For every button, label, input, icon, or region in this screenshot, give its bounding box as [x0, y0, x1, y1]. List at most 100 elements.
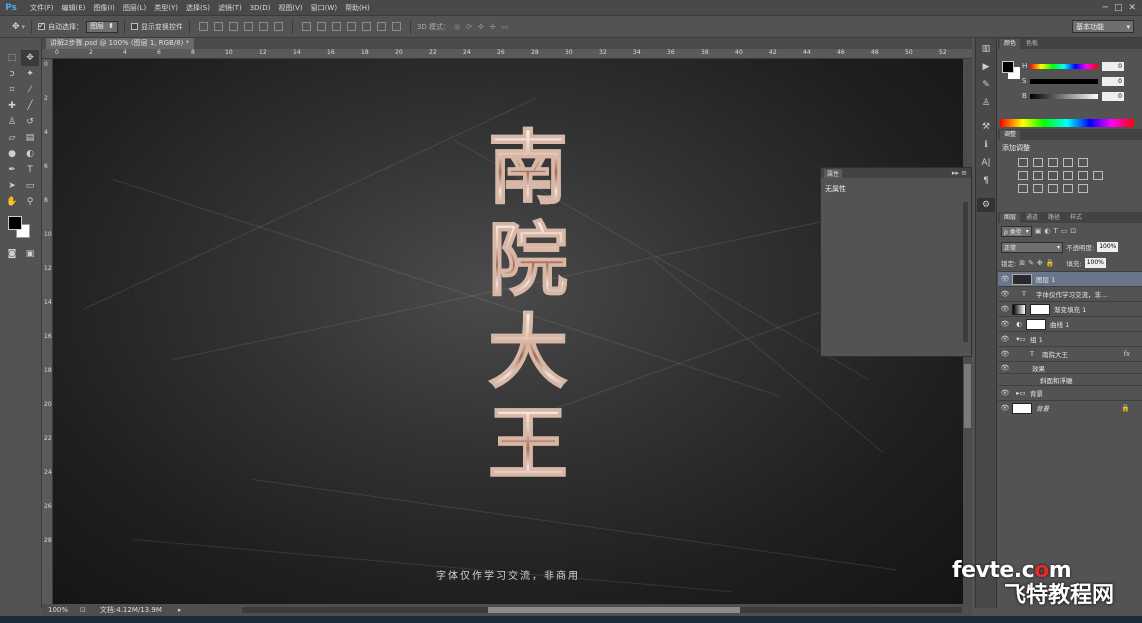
hue-sat-adjust-icon[interactable]	[1018, 171, 1028, 180]
opacity-value[interactable]: 100%	[1097, 242, 1119, 252]
close-button[interactable]: ✕	[1128, 3, 1136, 13]
scrollbar-thumb[interactable]	[964, 364, 971, 428]
eye-icon[interactable]: 👁	[998, 335, 1012, 343]
photo-filter-icon[interactable]	[1063, 171, 1073, 180]
lasso-tool-icon[interactable]: ↄ	[3, 66, 21, 82]
saturation-slider[interactable]: S 0	[1022, 76, 1138, 86]
tab-layers[interactable]: 图层	[1000, 213, 1021, 223]
menu-edit[interactable]: 编辑(E)	[58, 3, 90, 13]
3d-mode-icons[interactable]: ◎⟳✣✢▭	[454, 23, 514, 31]
gradient-map-icon[interactable]	[1078, 184, 1088, 193]
gradient-tool-icon[interactable]: ▤	[21, 130, 39, 146]
curves-adjust-icon[interactable]	[1048, 158, 1058, 167]
scrollbar-thumb[interactable]	[488, 607, 740, 613]
healing-brush-icon[interactable]: ✚	[3, 98, 21, 114]
eye-icon[interactable]: 👁	[998, 350, 1012, 358]
layer-row[interactable]: 👁 渐变填充 1	[998, 301, 1142, 316]
layer-filter-select[interactable]: ρ 类型 ▾	[1001, 225, 1032, 237]
menu-3d[interactable]: 3D(D)	[246, 4, 275, 12]
screen-mode-icon[interactable]: ▣	[21, 246, 39, 262]
eye-icon[interactable]: 👁	[998, 275, 1012, 283]
eye-icon[interactable]: 👁	[998, 364, 1012, 372]
move-tool-icon[interactable]: ✥	[12, 22, 20, 32]
menu-window[interactable]: 窗口(W)	[307, 3, 341, 13]
menu-layer[interactable]: 图层(L)	[119, 3, 150, 13]
clone-source-icon[interactable]: ♙	[977, 96, 995, 110]
posterize-icon[interactable]	[1033, 184, 1043, 193]
paragraph-icon[interactable]: ¶	[977, 174, 995, 188]
tab-swatches[interactable]: 色板	[1022, 39, 1042, 49]
path-select-icon[interactable]: ➤	[3, 178, 21, 194]
selective-color-icon[interactable]	[1063, 184, 1073, 193]
align-bottom-icon[interactable]	[228, 22, 238, 31]
menu-image[interactable]: 图像(I)	[89, 3, 119, 13]
align-left-icon[interactable]	[243, 22, 253, 31]
vibrance-adjust-icon[interactable]	[1078, 158, 1088, 167]
move-tool-icon[interactable]: ✥	[21, 50, 39, 66]
character-icon[interactable]: A|	[977, 156, 995, 170]
tab-styles[interactable]: 样式	[1066, 213, 1086, 223]
layer-group-row[interactable]: 👁 ▾▭ 组 1	[998, 331, 1142, 346]
levels-adjust-icon[interactable]	[1033, 158, 1043, 167]
color-swatches[interactable]	[8, 216, 36, 244]
clone-stamp-icon[interactable]: ♙	[3, 114, 21, 130]
tab-adjustments[interactable]: 调整	[1000, 130, 1021, 140]
actions-icon[interactable]: ▶	[977, 60, 995, 74]
fill-value[interactable]: 100%	[1084, 258, 1106, 268]
distribute-top-icon[interactable]	[301, 22, 311, 31]
menu-file[interactable]: 文件(F)	[26, 3, 58, 13]
layer-row[interactable]: 👁 图层 1	[998, 271, 1142, 286]
layer-row[interactable]: 👁 ◐ 曲线 1	[998, 316, 1142, 331]
invert-icon[interactable]	[1018, 184, 1028, 193]
distribute-hcenter-icon[interactable]	[361, 22, 371, 31]
fx-icon[interactable]: fx	[1123, 350, 1130, 358]
zoom-tool-icon[interactable]: ⚲	[21, 194, 39, 210]
magic-wand-icon[interactable]: ✦	[21, 66, 39, 82]
menu-filter[interactable]: 滤镜(T)	[214, 3, 246, 13]
saturation-value[interactable]: 0	[1102, 76, 1124, 86]
foreground-color-swatch[interactable]	[8, 216, 22, 230]
black-white-icon[interactable]	[1048, 171, 1058, 180]
threshold-icon[interactable]	[1048, 184, 1058, 193]
menu-type[interactable]: 类型(Y)	[150, 3, 182, 13]
properties-scrollbar[interactable]	[963, 202, 968, 342]
menu-view[interactable]: 视图(V)	[274, 3, 306, 13]
auto-select-dropdown[interactable]: 图层 ⬍	[86, 20, 118, 33]
chevron-down-icon[interactable]: ▾	[22, 23, 26, 31]
channel-mixer-icon[interactable]	[1078, 171, 1088, 180]
tab-channels[interactable]: 通道	[1022, 213, 1042, 223]
panel-menu-icon[interactable]: ▸▸ ≡	[952, 169, 967, 177]
exposure-adjust-icon[interactable]	[1063, 158, 1073, 167]
color-lookup-icon[interactable]	[1093, 171, 1103, 180]
brightness-slider[interactable]: B 0	[1022, 91, 1138, 101]
blend-mode-select[interactable]: 正常 ▾	[1001, 241, 1063, 253]
distribute-left-icon[interactable]	[346, 22, 356, 31]
lock-icons[interactable]: ⊠✎✥🔒	[1019, 259, 1057, 267]
blur-tool-icon[interactable]: ●	[3, 146, 21, 162]
minimize-button[interactable]: ─	[1103, 3, 1108, 13]
eraser-tool-icon[interactable]: ▱	[3, 130, 21, 146]
maximize-button[interactable]: □	[1114, 3, 1123, 13]
brightness-adjust-icon[interactable]	[1018, 158, 1028, 167]
history-icon[interactable]: ▥	[977, 42, 995, 56]
zoom-level[interactable]: 100%	[48, 606, 68, 614]
pen-tool-icon[interactable]: ✒	[3, 162, 21, 178]
tab-color[interactable]: 颜色	[1000, 39, 1021, 49]
tool-presets-icon[interactable]: ⚒	[977, 120, 995, 134]
folder-closed-icon[interactable]: ▸▭	[1012, 389, 1030, 397]
brightness-value[interactable]: 0	[1102, 91, 1124, 101]
eye-icon[interactable]: 👁	[998, 389, 1012, 397]
brush-tool-icon[interactable]: ╱	[21, 98, 39, 114]
effects-row[interactable]: 👁 效果	[998, 361, 1142, 373]
eye-icon[interactable]: 👁	[998, 305, 1012, 313]
menu-help[interactable]: 帮助(H)	[341, 3, 374, 13]
align-right-icon[interactable]	[273, 22, 283, 31]
type-tool-icon[interactable]: T	[21, 162, 39, 178]
folder-open-icon[interactable]: ▾▭	[1012, 335, 1030, 343]
dodge-tool-icon[interactable]: ◐	[21, 146, 39, 162]
auto-select-checkbox[interactable]	[38, 21, 46, 30]
auto-align-icon[interactable]	[391, 22, 401, 31]
status-menu-arrow-icon[interactable]: ▸	[178, 606, 182, 614]
hue-value[interactable]: 0	[1102, 61, 1124, 71]
distribute-right-icon[interactable]	[376, 22, 386, 31]
